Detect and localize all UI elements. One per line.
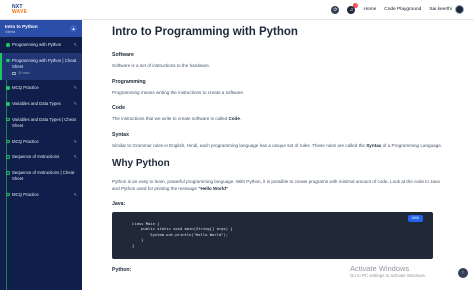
sidebar-item-variables[interactable]: Variables and Data Types ✎ — [0, 96, 82, 112]
edit-icon: ✎ — [73, 101, 77, 107]
pending-dot-icon — [6, 139, 10, 144]
sidebar-course-header[interactable]: Intro to Python 4 items ▲ — [0, 20, 82, 37]
sidebar-item-label: MCQ Practice — [12, 191, 39, 197]
refresh-icon[interactable]: ⟳ — [331, 5, 340, 14]
syntax-bold-term: Syntax — [366, 142, 382, 148]
code-text-end: . — [239, 116, 242, 121]
syntax-text: Similar to Grammar rules in English, Hin… — [112, 142, 367, 148]
logo-line-2: WAVE — [12, 8, 28, 15]
completed-dot-icon — [6, 102, 10, 106]
why-python-text: Python is an easy to learn, powerful pro… — [112, 179, 440, 191]
sidebar-item-mcq-practice[interactable]: MCQ Practice ✎ — [0, 80, 82, 96]
sidebar-item-mcq-practice-3[interactable]: MCQ Practice ✎ — [0, 187, 82, 203]
course-meta: 4 items — [5, 29, 16, 34]
windows-activation-watermark: Activate Windows Go to PC settings to ac… — [350, 264, 426, 278]
user-menu[interactable]: Sai keerthi — [429, 5, 464, 14]
sidebar-item-variables-cheat-sheet[interactable]: Variables and Data Types | Cheat Sheet — [0, 112, 82, 134]
sidebar-item-label: Variables and Data Types — [12, 101, 61, 107]
completed-dot-icon — [6, 58, 10, 63]
sidebar-item-label: Sequence of Instructions — [12, 154, 60, 160]
pending-dot-icon — [6, 155, 10, 159]
why-python-paragraph: Python is an easy to learn, powerful pro… — [112, 179, 446, 192]
software-paragraph: Software is a set of instructions to the… — [112, 63, 211, 68]
user-name: Sai keerthi — [429, 7, 452, 12]
sidebar-item-label: Programming with Python | Cheat Sheet — [12, 57, 77, 69]
document-icon — [12, 71, 16, 75]
nav-code-playground-link[interactable]: Code Playground — [384, 7, 421, 12]
sidebar-item-programming-with-python[interactable]: Programming with Python ✎ — [0, 37, 82, 53]
nxtwave-logo[interactable]: NXT WAVE — [12, 4, 34, 15]
code-heading: Code — [112, 105, 125, 111]
avatar — [455, 5, 464, 14]
nav-home-link[interactable]: Home — [363, 7, 376, 12]
code-paragraph: The instructions that we write to create… — [112, 116, 446, 123]
java-code-block[interactable]: JAVA class Main { public static void mai… — [112, 212, 433, 259]
sidebar-item-meta: 30 mins — [12, 71, 77, 75]
sidebar-item-label: Sequence of Instructions | Cheat Sheet — [12, 170, 75, 181]
code-line: } — [132, 242, 135, 248]
course-title: Intro to Python — [5, 23, 38, 29]
syntax-heading: Syntax — [112, 131, 130, 138]
course-sidebar: Intro to Python 4 items ▲ Programming wi… — [0, 20, 82, 290]
edit-icon: ✎ — [73, 191, 77, 197]
cheat-sheet-content: Intro to Programming with Python Softwar… — [82, 20, 474, 290]
bell-icon[interactable]: ♫ 1 — [347, 2, 359, 14]
sidebar-item-cheat-sheet-active[interactable]: Programming with Python | Cheat Sheet 30… — [0, 52, 82, 81]
programming-paragraph: Programming means writing the instructio… — [112, 89, 245, 95]
watermark-title: Activate Windows — [350, 264, 410, 273]
sidebar-item-sequence-of-instructions[interactable]: Sequence of Instructions ✎ — [0, 149, 82, 165]
hello-world-bold: "Hello World" — [198, 185, 229, 191]
page-title: Intro to Programming with Python — [112, 26, 298, 38]
top-navbar: NXT WAVE ⟳ ♫ 1 Home Code Playground Sai … — [0, 0, 474, 20]
sidebar-item-mcq-practice-2[interactable]: MCQ Practice ✎ — [0, 134, 82, 150]
completed-dot-icon — [6, 86, 10, 90]
pending-dot-icon — [6, 171, 10, 175]
java-label: Java: — [112, 201, 126, 207]
programming-heading: Programming — [112, 78, 146, 85]
syntax-text-end: of a Programming Language. — [381, 142, 443, 148]
sidebar-item-sequence-cheat-sheet[interactable]: Sequence of Instructions | Cheat Sheet — [0, 165, 82, 187]
sidebar-item-label: Variables and Data Types | Cheat Sheet — [12, 116, 76, 128]
watermark-subtitle: Go to PC settings to activate Windows. — [350, 273, 426, 278]
sidebar-item-label: MCQ Practice — [12, 138, 39, 144]
pending-dot-icon — [6, 192, 10, 197]
sidebar-item-label: Programming with Python — [12, 42, 62, 47]
edit-icon: ✎ — [73, 154, 77, 160]
code-bold-term: Code — [228, 116, 240, 121]
arrow-up-icon[interactable]: ↑ — [458, 268, 468, 278]
pending-dot-icon — [6, 117, 10, 122]
software-heading: Software — [112, 52, 134, 58]
edit-icon: ✎ — [73, 42, 77, 47]
topbar-actions: ⟳ ♫ 1 Home Code Playground Sai keerthi — [331, 2, 464, 14]
sidebar-item-label: MCQ Practice — [12, 85, 39, 91]
why-python-heading: Why Python — [112, 158, 170, 169]
notification-badge: 1 — [353, 2, 359, 8]
edit-icon: ✎ — [73, 138, 77, 144]
sidebar-item-duration: 30 mins — [18, 71, 30, 76]
completed-dot-icon — [6, 43, 10, 47]
code-text: The instructions that we write to create… — [112, 116, 229, 121]
edit-icon: ✎ — [73, 85, 77, 91]
code-language-badge: JAVA — [407, 215, 423, 223]
chevron-up-icon[interactable]: ▲ — [70, 25, 77, 32]
syntax-paragraph: Similar to Grammar rules in English, Hin… — [112, 143, 446, 150]
